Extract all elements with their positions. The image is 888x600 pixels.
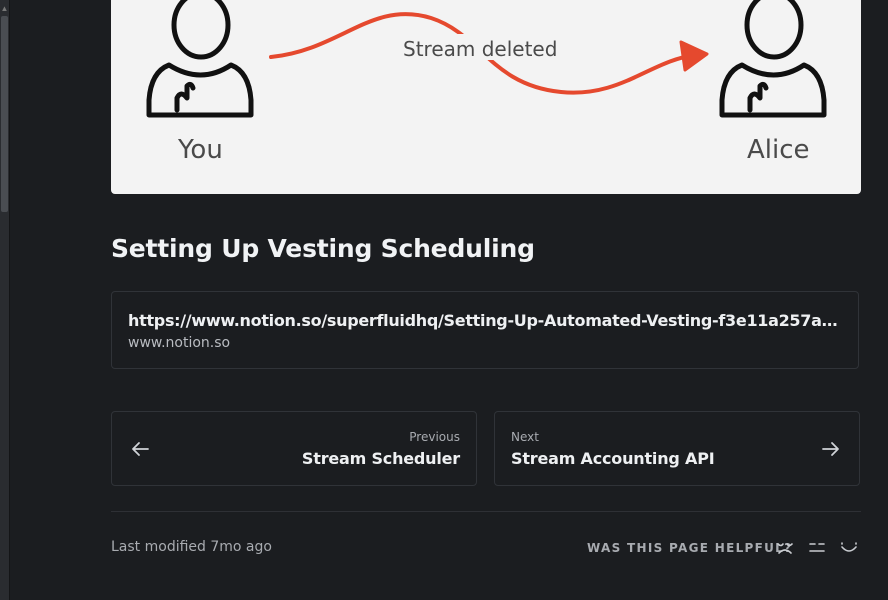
docs-page: ▲ Stream deleted You Alice Setting Up Ve… xyxy=(0,0,888,600)
previous-page-title: Stream Scheduler xyxy=(301,449,460,468)
embedded-link-card[interactable]: https://www.notion.so/superfluidhq/Setti… xyxy=(111,291,859,369)
scrollbar-thumb[interactable] xyxy=(1,16,8,212)
arrow-right-icon xyxy=(822,442,839,456)
previous-caption: Previous xyxy=(409,430,460,444)
last-modified-text: Last modified 7mo ago xyxy=(111,539,272,555)
previous-page-button[interactable]: Previous Stream Scheduler xyxy=(111,411,477,486)
neutral-face-icon[interactable] xyxy=(807,538,827,558)
next-page-button[interactable]: Next Stream Accounting API xyxy=(494,411,860,486)
scroll-up-arrow-icon[interactable]: ▲ xyxy=(0,4,9,14)
section-heading: Setting Up Vesting Scheduling xyxy=(111,234,535,263)
sad-face-icon[interactable] xyxy=(775,538,795,558)
link-url[interactable]: https://www.notion.so/superfluidhq/Setti… xyxy=(128,311,840,330)
stream-deleted-illustration: Stream deleted You Alice xyxy=(111,0,861,194)
arrowhead-icon xyxy=(679,40,709,72)
person-alice-icon xyxy=(719,0,827,118)
link-domain: www.notion.so xyxy=(128,335,231,351)
happy-face-icon[interactable] xyxy=(839,538,859,558)
arrow-label: Stream deleted xyxy=(403,37,558,61)
vertical-scrollbar[interactable]: ▲ xyxy=(0,0,10,600)
footer-divider xyxy=(111,511,861,512)
helpful-prompt: WAS THIS PAGE HELPFUL? xyxy=(587,541,793,555)
arrow-left-icon xyxy=(132,442,149,456)
person-you-icon xyxy=(146,0,254,118)
right-person-label: Alice xyxy=(747,135,810,165)
next-caption: Next xyxy=(511,430,539,444)
next-page-title: Stream Accounting API xyxy=(511,449,715,468)
left-person-label: You xyxy=(178,135,223,165)
